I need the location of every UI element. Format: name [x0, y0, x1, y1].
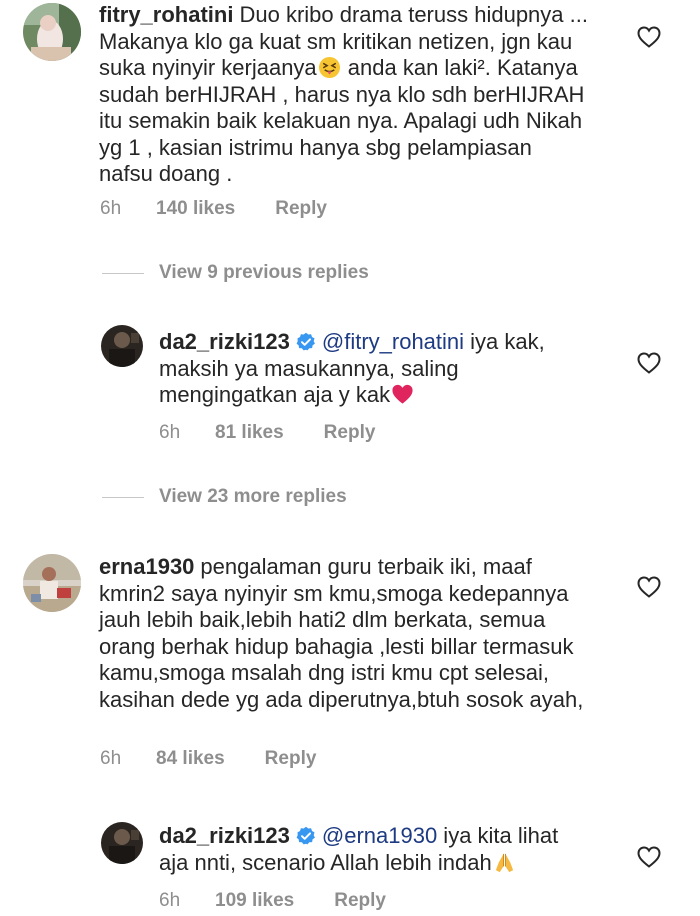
- reply-meta: 6h 109 likes Reply: [159, 890, 386, 912]
- like-heart-icon[interactable]: [637, 846, 661, 868]
- comment-text: erna1930 pengalaman guru terbaik iki, maa…: [99, 554, 599, 713]
- reply-button[interactable]: Reply: [324, 422, 376, 444]
- reply-text: da2_rizki123 @erna1930 iya kita lihat aja…: [159, 823, 589, 876]
- reply-button[interactable]: Reply: [275, 198, 327, 220]
- divider-line: [102, 272, 144, 274]
- verified-badge-icon: [296, 332, 316, 352]
- reply-button[interactable]: Reply: [265, 748, 317, 770]
- view-more-replies-button[interactable]: View 23 more replies: [102, 486, 347, 510]
- reply-time: 6h: [159, 422, 181, 443]
- comment-meta: 6h 84 likes Reply: [100, 748, 316, 770]
- reply-likes[interactable]: 109 likes: [215, 890, 294, 912]
- reply-text: da2_rizki123 @fitry_rohatini iya kak, mak…: [159, 329, 589, 409]
- squinting-tongue-face-icon: [318, 56, 341, 79]
- like-heart-icon[interactable]: [637, 352, 661, 374]
- verified-badge-icon: [296, 826, 316, 846]
- reply-time: 6h: [159, 890, 181, 911]
- view-replies-label: View 23 more replies: [159, 486, 347, 507]
- comment-time: 6h: [100, 198, 122, 219]
- avatar[interactable]: [23, 3, 81, 61]
- avatar[interactable]: [101, 325, 143, 367]
- comment-username[interactable]: erna1930: [99, 554, 194, 579]
- view-previous-replies-button[interactable]: View 9 previous replies: [102, 262, 369, 286]
- folded-hands-icon: [493, 851, 516, 874]
- avatar[interactable]: [23, 554, 81, 612]
- reply-username[interactable]: da2_rizki123: [159, 823, 290, 848]
- reply-button[interactable]: Reply: [334, 890, 386, 912]
- mention-link[interactable]: @fitry_rohatini: [322, 329, 464, 354]
- comment-time: 6h: [100, 748, 122, 769]
- comment-likes[interactable]: 140 likes: [156, 198, 235, 220]
- divider-line: [102, 496, 144, 498]
- red-heart-icon: [391, 383, 414, 406]
- comment-likes[interactable]: 84 likes: [156, 748, 225, 770]
- view-replies-label: View 9 previous replies: [159, 262, 369, 283]
- avatar[interactable]: [101, 822, 143, 864]
- like-heart-icon[interactable]: [637, 576, 661, 598]
- like-heart-icon[interactable]: [637, 26, 661, 48]
- reply-meta: 6h 81 likes Reply: [159, 422, 375, 444]
- mention-link[interactable]: @erna1930: [322, 823, 437, 848]
- reply-username[interactable]: da2_rizki123: [159, 329, 290, 354]
- comment-username[interactable]: fitry_rohatini: [99, 2, 233, 27]
- comment-meta: 6h 140 likes Reply: [100, 198, 327, 220]
- reply-likes[interactable]: 81 likes: [215, 422, 284, 444]
- comment-text: fitry_rohatini Duo kribo drama teruss hid…: [99, 2, 591, 188]
